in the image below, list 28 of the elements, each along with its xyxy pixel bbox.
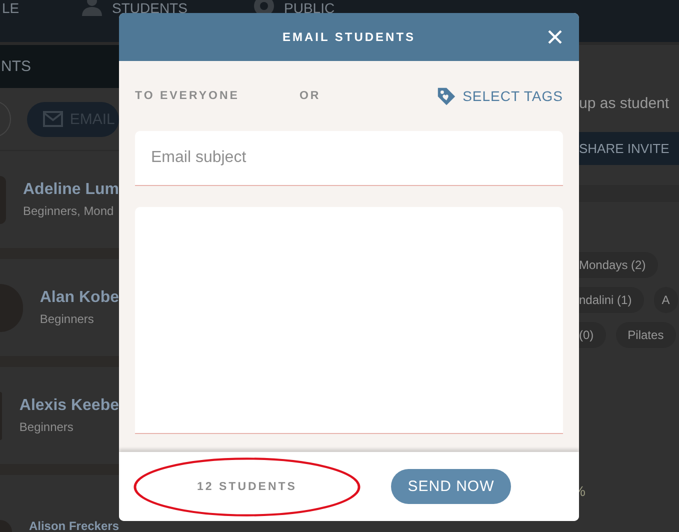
student-tags: Beginners — [40, 312, 119, 326]
subject-field[interactable]: Email subject — [135, 131, 563, 186]
message-field[interactable] — [135, 207, 563, 434]
tag-chip[interactable]: Pilates — [616, 322, 676, 348]
student-name: Alexis Keebe — [19, 397, 119, 415]
close-icon — [547, 29, 563, 45]
person-icon — [80, 0, 104, 16]
student-row[interactable]: Alison Freckers — [0, 475, 119, 532]
dialog-title: EMAIL STUDENTS — [282, 30, 416, 44]
section-title: NTS — [1, 58, 31, 75]
student-name: Alison Freckers — [28, 520, 119, 532]
mail-icon — [42, 111, 63, 127]
student-tags: Beginners, Mond — [22, 204, 119, 218]
select-tags-button[interactable]: SELECT TAGS — [436, 86, 563, 106]
invite-text: up as student — [579, 95, 670, 112]
send-now-button[interactable]: SEND NOW — [391, 469, 511, 504]
close-button[interactable] — [547, 29, 563, 45]
or-label: OR — [299, 90, 321, 102]
student-name: Adeline Lum — [22, 181, 119, 199]
student-tags: Beginners — [19, 420, 119, 434]
tag-chip[interactable]: A — [654, 287, 678, 313]
nav-item[interactable]: LE — [2, 0, 80, 16]
to-everyone-option[interactable]: TO EVERYONE — [135, 90, 240, 102]
share-invite-button[interactable]: SHARE INVITE — [579, 132, 679, 165]
tag-icon — [436, 86, 457, 106]
student-count: 12 STUDENTS — [197, 480, 297, 492]
student-name: Alan Kobe — [40, 289, 119, 307]
nav-item[interactable]: STUDENTS — [80, 0, 252, 16]
